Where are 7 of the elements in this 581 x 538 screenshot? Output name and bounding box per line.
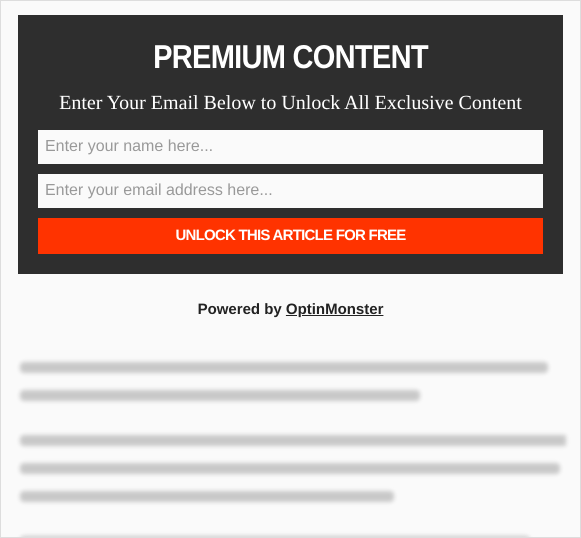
unlock-button[interactable]: UNLOCK THIS ARTICLE FOR FREE <box>38 218 543 254</box>
text-input-field[interactable]: Enter your email address here... <box>38 174 543 208</box>
text-input-field[interactable]: Enter your name here... <box>38 130 543 164</box>
optin-title: PREMIUM CONTENT <box>152 37 430 77</box>
optinmonster-link[interactable]: OptinMonster <box>286 301 384 318</box>
powered-by-text: Powered by <box>198 301 283 318</box>
optin-subtitle: Enter Your Email Below to Unlock All Exclusive Content <box>58 91 523 115</box>
